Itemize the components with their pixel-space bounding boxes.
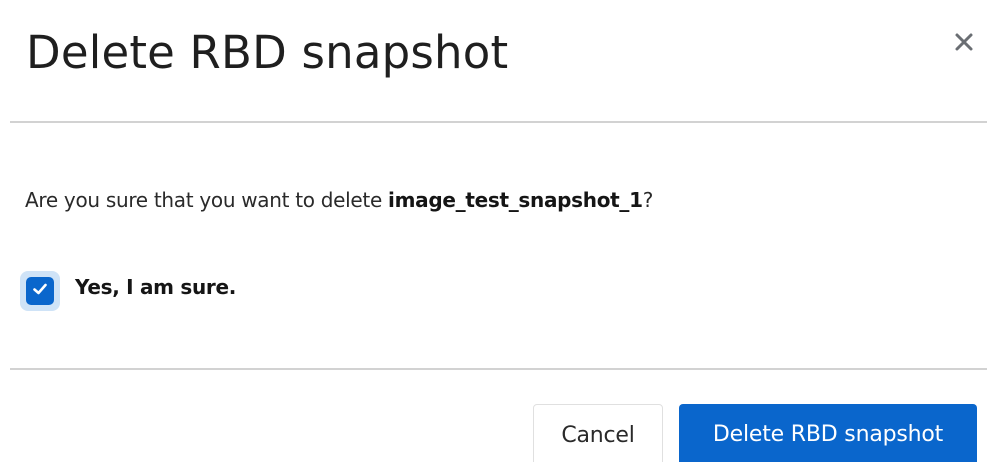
cancel-button-label: Cancel	[561, 423, 635, 448]
message-suffix: ?	[642, 188, 654, 212]
cancel-button[interactable]: Cancel	[533, 404, 663, 462]
delete-button-label: Delete RBD snapshot	[712, 422, 944, 447]
checkmark-icon	[31, 280, 49, 303]
message-prefix: Are you sure that you want to delete	[25, 188, 389, 212]
delete-snapshot-modal: Delete RBD snapshot Are you sure that yo…	[0, 0, 987, 462]
header-divider	[10, 121, 987, 123]
confirmation-label[interactable]: Yes, I am sure.	[75, 275, 236, 299]
snapshot-name: image_test_snapshot_1	[388, 188, 643, 212]
close-button[interactable]	[946, 24, 982, 60]
close-icon	[946, 24, 982, 60]
confirmation-message: Are you sure that you want to delete ima…	[25, 186, 653, 214]
checkbox-box	[26, 277, 54, 305]
modal-title: Delete RBD snapshot	[26, 26, 509, 79]
footer-divider	[10, 368, 987, 370]
confirmation-checkbox[interactable]	[20, 271, 60, 311]
delete-rbd-snapshot-button[interactable]: Delete RBD snapshot	[679, 404, 977, 462]
confirmation-checkbox-row: Yes, I am sure.	[20, 269, 236, 313]
